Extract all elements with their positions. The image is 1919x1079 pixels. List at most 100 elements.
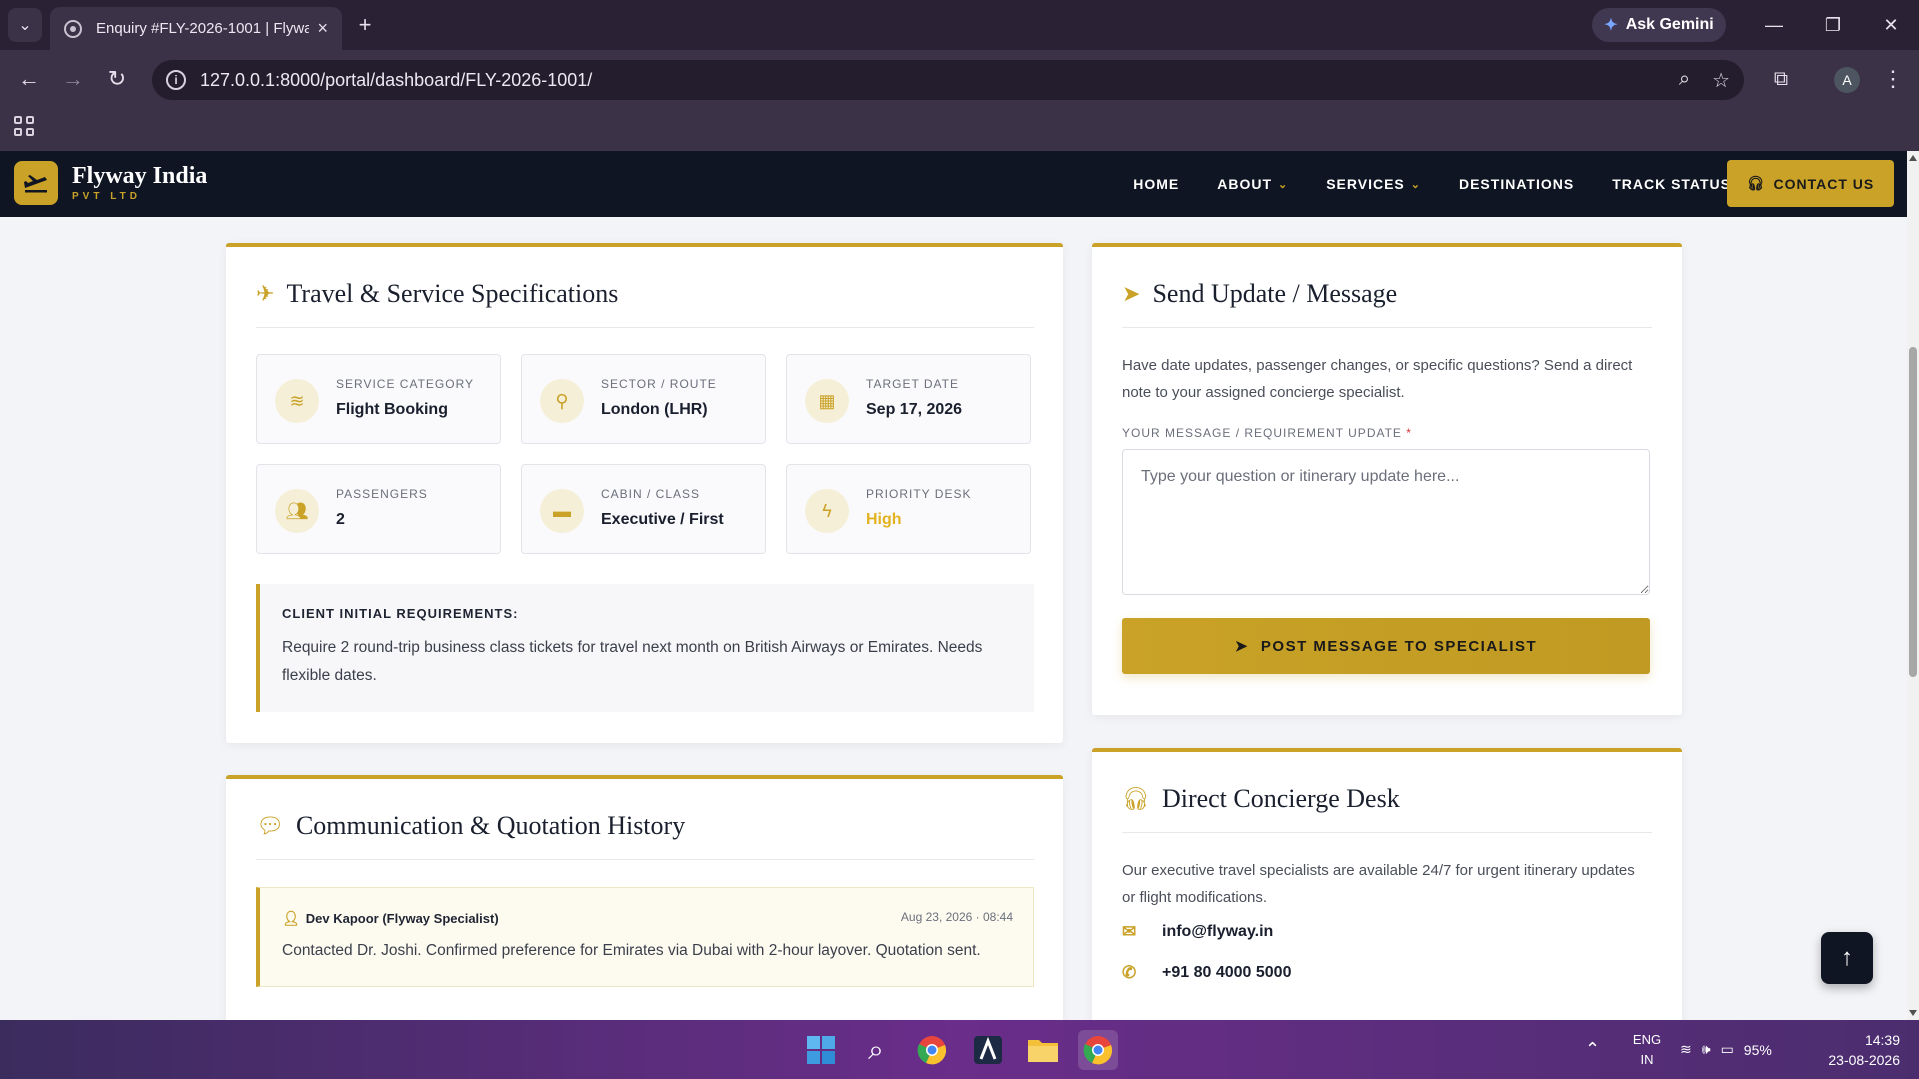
system-tray[interactable]: ≋ 🕪︎ ▭ 95% bbox=[1680, 1020, 1772, 1079]
nav-links: HOME ABOUT ⌄ SERVICES ⌄ DESTINATIONS TRACK… bbox=[1133, 151, 1731, 217]
restore-icon[interactable]: ❐ bbox=[1816, 8, 1850, 42]
search-icon[interactable]: ⌕ bbox=[856, 1030, 896, 1070]
concierge-phone-text[interactable]: +91 80 4000 5000 bbox=[1162, 964, 1291, 982]
concierge-email[interactable]: ✉︎ info@flyway.in bbox=[1122, 922, 1273, 942]
message-author-name: Dev Kapoor (Flyway Specialist) bbox=[305, 911, 499, 926]
more-menu-icon[interactable]: ⋮ bbox=[1876, 62, 1910, 96]
post-message-button[interactable]: ➤ POST MESSAGE TO SPECIALIST bbox=[1122, 618, 1650, 674]
map-pin-icon: ⚲ bbox=[540, 379, 584, 423]
globe-icon bbox=[64, 19, 82, 38]
chevron-down-icon: ⌄ bbox=[1278, 178, 1289, 191]
zoom-icon[interactable]: ⌕ bbox=[1679, 68, 1690, 93]
extensions-icon[interactable]: ⧉ bbox=[1764, 62, 1798, 96]
bookmark-star-icon[interactable]: ☆ bbox=[1712, 68, 1730, 93]
nav-services[interactable]: SERVICES ⌄ bbox=[1326, 176, 1421, 192]
spec-label: CABIN / CLASS bbox=[601, 487, 701, 501]
spec-value: Flight Booking bbox=[336, 401, 448, 418]
bolt-icon: ϟ bbox=[805, 489, 849, 533]
calendar-icon: ▦ bbox=[805, 379, 849, 423]
users-icon: 👥︎ bbox=[275, 489, 319, 533]
nav-services-label: SERVICES bbox=[1326, 176, 1405, 192]
windows-start-icon[interactable] bbox=[801, 1030, 841, 1070]
language-indicator[interactable]: ENG IN bbox=[1627, 1030, 1667, 1070]
new-tab-button[interactable]: + bbox=[348, 8, 382, 42]
specs-title: ✈︎ Travel & Service Specifications bbox=[256, 279, 618, 309]
battery-icon: ▭ bbox=[1720, 1041, 1734, 1057]
back-icon[interactable]: ← bbox=[12, 62, 46, 96]
browser-chrome: ⌄ Enquiry #FLY-2026-1001 | Flyway × + ✦ … bbox=[0, 0, 1919, 151]
concierge-title: 🎧︎ Direct Concierge Desk bbox=[1122, 784, 1400, 814]
clock-date: 23-08-2026 bbox=[1828, 1052, 1900, 1068]
message-timestamp: Aug 23, 2026 · 08:44 bbox=[900, 910, 1013, 924]
minimize-icon[interactable]: — bbox=[1757, 8, 1791, 42]
scroll-up-arrow[interactable] bbox=[1909, 155, 1917, 161]
plane-logo-icon[interactable] bbox=[14, 161, 58, 205]
spec-value: London (LHR) bbox=[601, 401, 708, 418]
scroll-to-top-button[interactable]: ↑ bbox=[1821, 932, 1873, 984]
concierge-phone[interactable]: ✆ +91 80 4000 5000 bbox=[1122, 963, 1291, 983]
message-field-label-text: YOUR MESSAGE / REQUIREMENT UPDATE bbox=[1122, 426, 1402, 440]
scroll-down-arrow[interactable] bbox=[1909, 1010, 1917, 1016]
required-mark: * bbox=[1406, 426, 1412, 440]
spec-label: TARGET DATE bbox=[866, 377, 960, 391]
message-body: Contacted Dr. Joshi. Confirmed preferenc… bbox=[282, 942, 981, 959]
reload-icon[interactable]: ↻ bbox=[100, 62, 134, 96]
headset-icon: 🎧︎ bbox=[1122, 786, 1150, 811]
brand-name[interactable]: Flyway India bbox=[72, 163, 207, 190]
close-icon[interactable]: × bbox=[317, 18, 328, 39]
concierge-email-text[interactable]: info@flyway.in bbox=[1162, 923, 1273, 941]
file-explorer-icon[interactable] bbox=[1023, 1030, 1063, 1070]
envelope-icon: ✉︎ bbox=[1122, 922, 1137, 941]
profile-avatar[interactable]: A bbox=[1834, 67, 1860, 93]
app-a-icon[interactable] bbox=[968, 1030, 1008, 1070]
contact-us-button[interactable]: 🎧︎ CONTACT US bbox=[1727, 160, 1894, 207]
paper-plane-icon: ➤ bbox=[1122, 281, 1141, 306]
url-text: 127.0.0.1:8000/portal/dashboard/FLY-2026… bbox=[200, 69, 593, 90]
history-title-text: Communication & Quotation History bbox=[295, 811, 686, 840]
layers-icon: ≋ bbox=[275, 379, 319, 423]
seat-icon: ▬ bbox=[540, 489, 584, 533]
paper-plane-icon: ➤ bbox=[1234, 638, 1249, 655]
nav-about-label: ABOUT bbox=[1217, 176, 1272, 192]
nav-about[interactable]: ABOUT ⌄ bbox=[1217, 176, 1288, 192]
chrome-profile-icon[interactable] bbox=[1078, 1030, 1118, 1070]
apps-grid-icon[interactable] bbox=[14, 116, 34, 136]
nav-track-status-label: TRACK STATUS bbox=[1612, 176, 1731, 192]
nav-track-status[interactable]: TRACK STATUS bbox=[1612, 176, 1731, 192]
nav-home-label: HOME bbox=[1133, 176, 1180, 192]
message-textarea[interactable] bbox=[1122, 449, 1650, 595]
site-info-icon[interactable]: i bbox=[166, 70, 186, 90]
browser-tab[interactable]: Enquiry #FLY-2026-1001 | Flyway × bbox=[50, 7, 342, 50]
website-viewport: Flyway India PVT LTD HOME ABOUT ⌄ SERVICE… bbox=[0, 151, 1907, 1020]
tab-search-button[interactable]: ⌄ bbox=[8, 8, 42, 42]
tab-strip: ⌄ Enquiry #FLY-2026-1001 | Flyway × + ✦ … bbox=[0, 0, 1919, 50]
address-bar[interactable]: i 127.0.0.1:8000/portal/dashboard/FLY-20… bbox=[152, 60, 1744, 100]
ask-gemini-label: Ask Gemini bbox=[1625, 16, 1714, 33]
spec-label: SECTOR / ROUTE bbox=[601, 377, 717, 391]
spec-label: SERVICE CATEGORY bbox=[336, 377, 475, 391]
forward-icon[interactable]: → bbox=[56, 62, 90, 96]
update-intro: Have date updates, passenger changes, or… bbox=[1122, 357, 1633, 401]
divider bbox=[1122, 327, 1652, 328]
history-message: 👤︎ Dev Kapoor (Flyway Specialist) Aug 23… bbox=[256, 887, 1034, 987]
nav-destinations[interactable]: DESTINATIONS bbox=[1459, 176, 1574, 192]
contact-us-label: CONTACT US bbox=[1773, 175, 1875, 192]
spec-passengers: 👥︎ PASSENGERS 2 bbox=[256, 464, 501, 554]
message-field-label: YOUR MESSAGE / REQUIREMENT UPDATE * bbox=[1122, 426, 1412, 440]
scrollbar-thumb[interactable] bbox=[1909, 347, 1917, 677]
history-card: 💬︎ Communication & Quotation History 👤︎ … bbox=[226, 775, 1063, 1020]
tray-chevron-up-icon[interactable]: ⌃ bbox=[1585, 1020, 1600, 1079]
clock[interactable]: 14:39 23-08-2026 bbox=[1810, 1030, 1900, 1070]
gemini-sparkle-icon: ✦ bbox=[1604, 17, 1618, 34]
close-window-icon[interactable]: ✕ bbox=[1874, 8, 1908, 42]
spec-cabin-class: ▬ CABIN / CLASS Executive / First bbox=[521, 464, 766, 554]
chrome-icon[interactable] bbox=[912, 1030, 952, 1070]
spec-sector-route: ⚲ SECTOR / ROUTE London (LHR) bbox=[521, 354, 766, 444]
language-line1: ENG bbox=[1632, 1032, 1662, 1047]
nav-home[interactable]: HOME bbox=[1133, 176, 1179, 192]
spec-label: PRIORITY DESK bbox=[866, 487, 972, 501]
ask-gemini-button[interactable]: ✦ Ask Gemini bbox=[1592, 8, 1726, 42]
requirements-text: Require 2 round-trip business class tick… bbox=[282, 639, 983, 684]
page-scrollbar[interactable] bbox=[1907, 151, 1919, 1020]
brand-subtitle: PVT LTD bbox=[72, 191, 141, 202]
